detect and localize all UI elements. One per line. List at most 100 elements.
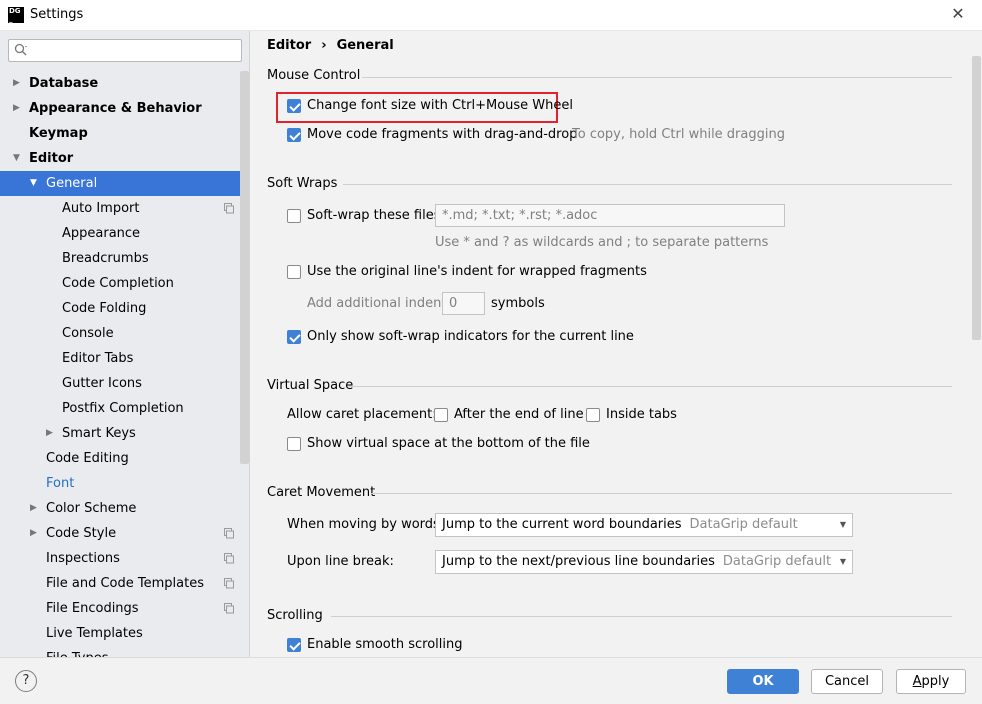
project-scope-icon [224,553,234,564]
change-font-checkbox[interactable] [287,99,301,113]
project-scope-icon [224,603,234,614]
sidebar-item-label: Editor [29,151,74,166]
sidebar-scrollbar[interactable] [240,71,249,464]
app-logo-icon: DG _ [8,7,24,23]
virtual-bottom-checkbox[interactable] [287,437,301,451]
expand-right-icon[interactable]: ▶ [30,496,40,521]
sidebar-item-label: Code Editing [46,451,129,466]
section-divider [331,616,952,617]
additional-indent-unit: symbols [491,296,545,311]
drag-drop-checkbox[interactable] [287,128,301,142]
sidebar-item[interactable]: File Types [0,646,240,657]
sidebar-item-label: Live Templates [46,626,143,641]
sidebar-item-label: General [46,176,98,191]
window-title: Settings [30,7,84,22]
sidebar-item-label: Smart Keys [62,426,136,441]
sidebar-item[interactable]: File Encodings [0,596,240,621]
expand-right-icon[interactable]: ▶ [13,96,23,121]
section-divider [349,386,952,387]
sidebar-item[interactable]: Breadcrumbs [0,246,240,271]
sidebar-item[interactable]: ▶ Smart Keys [0,421,240,446]
settings-sidebar: ▶ Database ▶ Appearance & Behavior Keymap ▼ Ed… [0,31,250,657]
sidebar-item[interactable]: ▶ Appearance & Behavior [0,96,240,121]
sidebar-item[interactable]: File and Code Templates [0,571,240,596]
sidebar-item-label: Code Folding [62,301,147,316]
sidebar-item-label: Postfix Completion [62,401,184,416]
close-icon[interactable]: ✕ [949,5,967,23]
breadcrumb-parent[interactable]: Editor [267,38,311,53]
sidebar-item[interactable]: Code Editing [0,446,240,471]
expand-down-icon[interactable]: ▼ [30,171,40,196]
ok-button[interactable]: OK [727,669,799,694]
sidebar-item-label: Code Completion [62,276,174,291]
sidebar-item[interactable]: ▶ Code Style [0,521,240,546]
settings-tree: ▶ Database ▶ Appearance & Behavior Keymap ▼ Ed… [0,71,240,657]
drag-drop-label: Move code fragments with drag-and-drop [307,127,578,142]
sidebar-item[interactable]: ▶ Database [0,71,240,96]
sidebar-item[interactable]: Keymap [0,121,240,146]
section-mouse-control: Mouse Control [267,68,361,83]
expand-right-icon[interactable]: ▶ [30,521,40,546]
change-font-label: Change font size with Ctrl+Mouse Wheel [307,98,573,113]
line-break-select[interactable]: Jump to the next/previous line boundarie… [435,550,853,574]
sidebar-item[interactable]: Console [0,321,240,346]
sidebar-item-label: Auto Import [62,201,140,216]
content-scrollbar[interactable] [972,56,981,340]
sidebar-item-label: Breadcrumbs [62,251,149,266]
section-virtual-space: Virtual Space [267,378,354,393]
sidebar-item[interactable]: Code Folding [0,296,240,321]
sidebar-item[interactable]: Editor Tabs [0,346,240,371]
breadcrumb-separator: › [321,38,327,53]
chevron-down-icon: ▼ [839,557,846,566]
project-scope-icon [224,578,234,589]
cancel-button[interactable]: Cancel [811,669,883,694]
title-bar: DG _ Settings ✕ [0,0,982,31]
sidebar-item[interactable]: ▼ General [0,171,240,196]
section-scrolling: Scrolling [267,608,323,623]
sidebar-item-label: Keymap [29,126,88,141]
sidebar-item[interactable]: ▼ Editor [0,146,240,171]
by-words-label: When moving by words: [287,517,445,532]
after-end-checkbox[interactable] [434,408,448,422]
inside-tabs-checkbox[interactable] [586,408,600,422]
original-indent-checkbox[interactable] [287,265,301,279]
sidebar-item[interactable]: Gutter Icons [0,371,240,396]
expand-right-icon[interactable]: ▶ [13,71,23,96]
line-break-label: Upon line break: [287,554,394,569]
section-divider [362,77,952,78]
sidebar-item[interactable]: Postfix Completion [0,396,240,421]
sidebar-item[interactable]: Font [0,471,240,496]
inside-tabs-label: Inside tabs [606,407,677,422]
apply-button[interactable]: Apply [896,669,966,694]
sidebar-item[interactable]: Appearance [0,221,240,246]
sidebar-item-label: Editor Tabs [62,351,134,366]
drag-drop-hint: To copy, hold Ctrl while dragging [572,127,785,142]
sidebar-item[interactable]: Live Templates [0,621,240,646]
sidebar-item-label: Console [62,326,114,341]
soft-wrap-patterns-input[interactable]: *.md; *.txt; *.rst; *.adoc [435,204,785,227]
sidebar-item-label: Database [29,76,99,91]
help-icon[interactable]: ? [15,670,37,692]
additional-indent-input[interactable]: 0 [442,292,485,315]
original-indent-label: Use the original line's indent for wrapp… [307,264,647,279]
breadcrumb: Editor › General [267,38,394,53]
additional-indent-label: Add additional indent: [307,296,451,311]
sidebar-item-label: Appearance [62,226,141,241]
by-words-select[interactable]: Jump to the current word boundaries DataG… [435,513,853,537]
sidebar-item-label: Inspections [46,551,120,566]
sidebar-item-label: File Encodings [46,601,139,616]
soft-wrap-checkbox[interactable] [287,209,301,223]
sidebar-item-label: File and Code Templates [46,576,204,591]
sidebar-item[interactable]: Auto Import [0,196,240,221]
sidebar-item[interactable]: Code Completion [0,271,240,296]
smooth-scrolling-checkbox[interactable] [287,638,301,652]
sidebar-item[interactable]: Inspections [0,546,240,571]
sidebar-item-label: Code Style [46,526,117,541]
sidebar-item-label: Appearance & Behavior [29,101,202,116]
wrap-indicators-checkbox[interactable] [287,330,301,344]
expand-right-icon[interactable]: ▶ [46,421,56,446]
sidebar-item[interactable]: ▶ Color Scheme [0,496,240,521]
expand-down-icon[interactable]: ▼ [13,146,23,171]
sidebar-item-label: Gutter Icons [62,376,142,391]
search-input[interactable] [8,39,242,62]
